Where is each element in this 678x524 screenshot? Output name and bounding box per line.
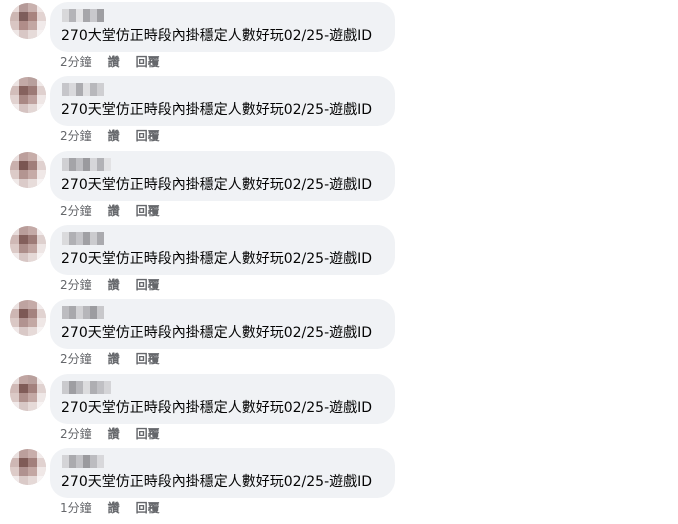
comment-item: 270天堂仿正時段內掛穩定人數好玩02/25-遊戲ID 2分鐘 讚 回覆 (0, 372, 678, 446)
commenter-name-blurred[interactable] (62, 9, 104, 22)
commenter-name-blurred[interactable] (62, 83, 104, 96)
avatar[interactable] (10, 300, 46, 336)
like-button[interactable]: 讚 (108, 427, 120, 441)
comment-text: 270天堂仿正時段內掛穩定人數好玩02/25-遊戲ID (61, 251, 373, 267)
reply-button[interactable]: 回覆 (136, 55, 160, 69)
comment-bubble: 270天堂仿正時段內掛穩定人數好玩02/25-遊戲ID (50, 151, 395, 201)
comment-text: 270天堂仿正時段內掛穩定人數好玩02/25-遊戲ID (61, 325, 373, 341)
reply-button[interactable]: 回覆 (136, 204, 160, 218)
commenter-name-blurred[interactable] (62, 232, 104, 245)
like-button[interactable]: 讚 (108, 204, 120, 218)
reply-button[interactable]: 回覆 (136, 129, 160, 143)
comment-timestamp[interactable]: 2分鐘 (60, 278, 92, 292)
like-button[interactable]: 讚 (108, 278, 120, 292)
comment-text: 270天堂仿正時段內掛穩定人數好玩02/25-遊戲ID (61, 102, 373, 118)
comment-item: 270天堂仿正時段內掛穩定人數好玩02/25-遊戲ID 2分鐘 讚 回覆 (0, 149, 678, 223)
avatar[interactable] (10, 152, 46, 188)
comment-bubble: 270大堂仿正時段內掛穩定人數好玩02/25-遊戲ID (50, 2, 395, 52)
comment-bubble: 270天堂仿正時段內掛穩定人數好玩02/25-遊戲ID (50, 448, 395, 498)
comment-timestamp[interactable]: 2分鐘 (60, 427, 92, 441)
reply-button[interactable]: 回覆 (136, 501, 160, 515)
commenter-name-blurred[interactable] (62, 158, 111, 171)
comment-bubble: 270天堂仿正時段內掛穩定人數好玩02/25-遊戲ID (50, 374, 395, 424)
comment-bubble: 270天堂仿正時段內掛穩定人數好玩02/25-遊戲ID (50, 76, 395, 126)
avatar[interactable] (10, 3, 46, 39)
comment-item: 270天堂仿正時段內掛穩定人數好玩02/25-遊戲ID 2分鐘 讚 回覆 (0, 74, 678, 148)
commenter-name-blurred[interactable] (62, 455, 104, 468)
comment-item: 270天堂仿正時段內掛穩定人數好玩02/25-遊戲ID 1分鐘 讚 回覆 (0, 446, 678, 520)
like-button[interactable]: 讚 (108, 129, 120, 143)
commenter-name-blurred[interactable] (62, 306, 104, 319)
comment-bubble: 270天堂仿正時段內掛穩定人數好玩02/25-遊戲ID (50, 299, 395, 349)
like-button[interactable]: 讚 (108, 352, 120, 366)
comment-timestamp[interactable]: 1分鐘 (60, 501, 92, 515)
comment-timestamp[interactable]: 2分鐘 (60, 129, 92, 143)
comment-bubble: 270天堂仿正時段內掛穩定人數好玩02/25-遊戲ID (50, 225, 395, 275)
comment-timestamp[interactable]: 2分鐘 (60, 352, 92, 366)
commenter-name-blurred[interactable] (62, 381, 111, 394)
reply-button[interactable]: 回覆 (136, 278, 160, 292)
avatar[interactable] (10, 226, 46, 262)
comment-item: 270大堂仿正時段內掛穩定人數好玩02/25-遊戲ID 2分鐘 讚 回覆 (0, 0, 678, 74)
comment-timestamp[interactable]: 2分鐘 (60, 55, 92, 69)
comment-text: 270天堂仿正時段內掛穩定人數好玩02/25-遊戲ID (61, 177, 373, 193)
like-button[interactable]: 讚 (108, 55, 120, 69)
like-button[interactable]: 讚 (108, 501, 120, 515)
reply-button[interactable]: 回覆 (136, 352, 160, 366)
comment-text: 270大堂仿正時段內掛穩定人數好玩02/25-遊戲ID (61, 28, 373, 44)
comment-text: 270天堂仿正時段內掛穩定人數好玩02/25-遊戲ID (61, 400, 373, 416)
comment-item: 270天堂仿正時段內掛穩定人數好玩02/25-遊戲ID 2分鐘 讚 回覆 (0, 297, 678, 371)
avatar[interactable] (10, 449, 46, 485)
avatar[interactable] (10, 77, 46, 113)
avatar[interactable] (10, 375, 46, 411)
comment-text: 270天堂仿正時段內掛穩定人數好玩02/25-遊戲ID (61, 474, 373, 490)
comment-item: 270天堂仿正時段內掛穩定人數好玩02/25-遊戲ID 2分鐘 讚 回覆 (0, 223, 678, 297)
comment-timestamp[interactable]: 2分鐘 (60, 204, 92, 218)
reply-button[interactable]: 回覆 (136, 427, 160, 441)
